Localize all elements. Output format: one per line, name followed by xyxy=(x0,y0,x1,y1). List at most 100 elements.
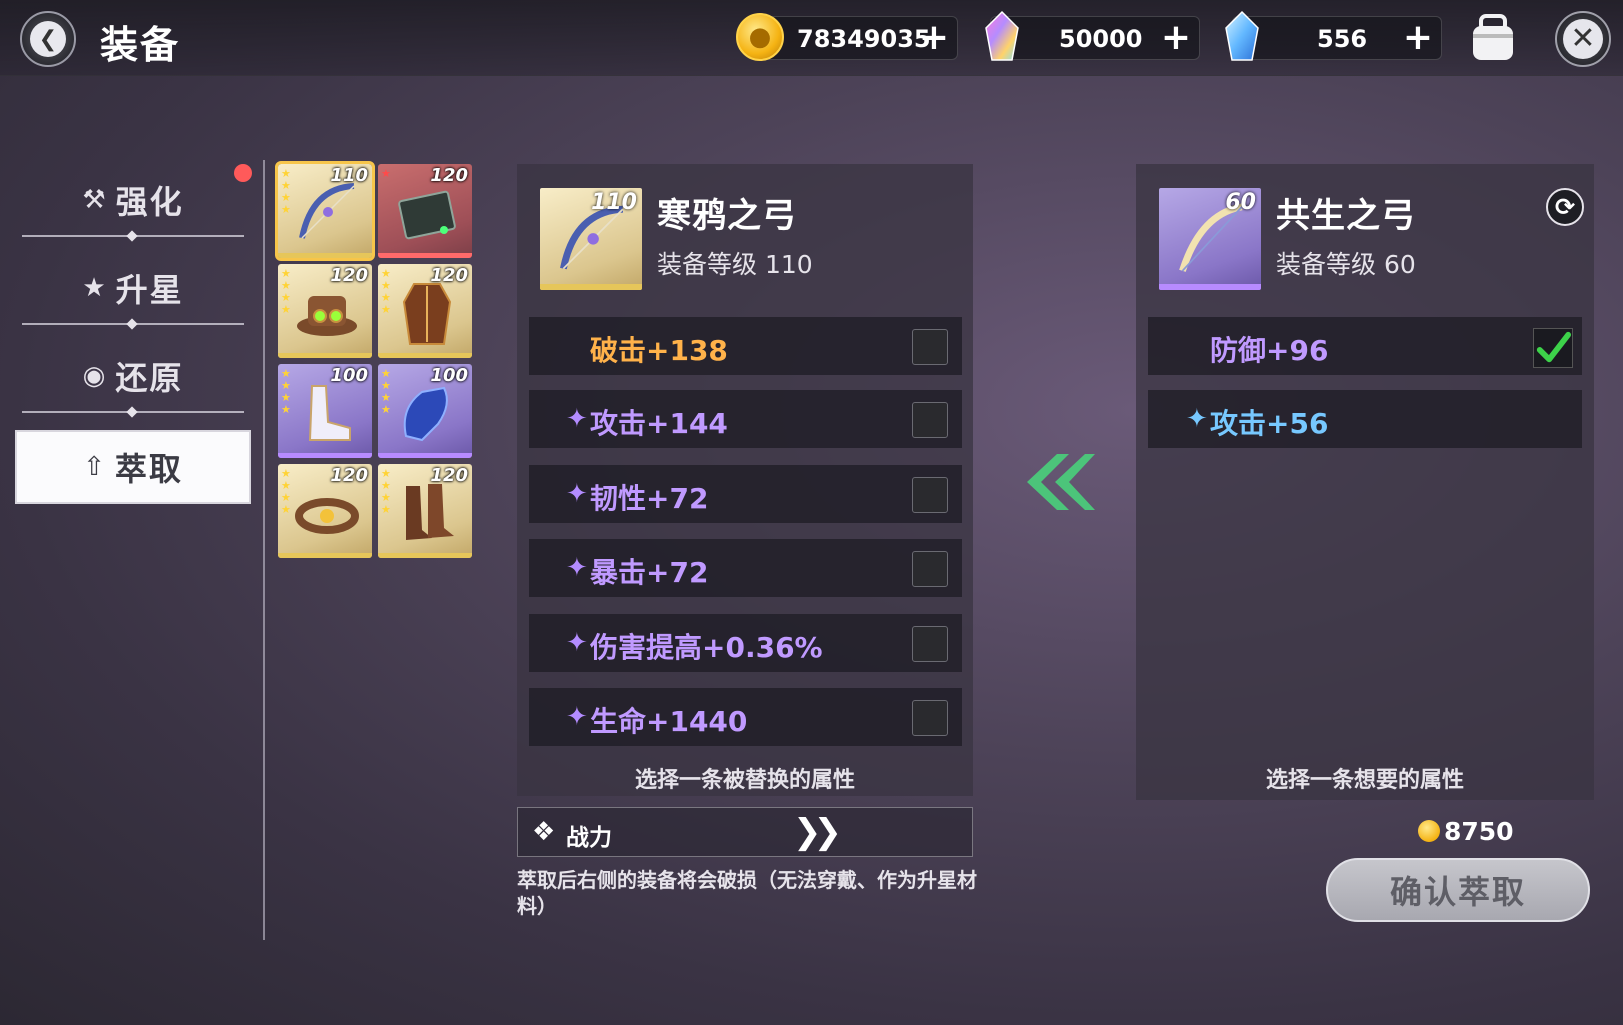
belt-icon xyxy=(295,498,359,534)
refresh-button[interactable]: ⟳ xyxy=(1546,188,1584,226)
target-item-level: 装备等级 60 xyxy=(1276,250,1416,279)
equipment-level: 120 xyxy=(430,165,468,186)
attribute-text: 生命+1440 xyxy=(590,705,748,738)
combat-power-row[interactable]: ❖ 战力 ❯❯ xyxy=(517,807,973,857)
boots-icon xyxy=(406,484,454,540)
rarity-bar xyxy=(1159,284,1261,290)
attribute-checkbox[interactable] xyxy=(912,626,948,662)
source-attribute-row[interactable]: ✦ 韧性+72 xyxy=(529,465,962,523)
diamond-icon: ✦ xyxy=(566,404,588,434)
attribute-checkbox[interactable] xyxy=(912,402,948,438)
equipment-slot-boots-white[interactable]: ★ ★ ★ ★ 100 xyxy=(278,364,372,458)
menu-enhance[interactable]: ⚒ 强化 xyxy=(20,170,246,230)
source-item-level: 装备等级 110 xyxy=(657,250,813,279)
attribute-text: 韧性+72 xyxy=(590,482,709,515)
rarity-bar xyxy=(378,353,472,358)
equipment-level: 100 xyxy=(330,365,368,386)
restore-icon: ◉ xyxy=(82,361,106,391)
rarity-bar xyxy=(278,353,372,358)
gold-value: 78349035 xyxy=(797,25,931,53)
diamond-icon: ✦ xyxy=(566,553,588,583)
menu-extract[interactable]: ⇧ 萃取 xyxy=(15,430,251,504)
equipment-slot-hat[interactable]: ★ ★ ★ ★ 120 xyxy=(278,264,372,358)
hammer-icon: ⚒ xyxy=(82,185,106,215)
source-attribute-row[interactable]: ✦ 生命+1440 xyxy=(529,688,962,746)
extract-warning-note: 萃取后右侧的装备将会破损（无法穿戴、作为升星材料） xyxy=(517,868,977,918)
equipment-level: 100 xyxy=(430,365,468,386)
star-rating-icon: ★ ★ ★ ★ xyxy=(381,267,391,316)
gold-coin-icon xyxy=(1418,820,1440,842)
menu-star-up[interactable]: ★ 升星 xyxy=(20,258,246,318)
combat-power-label: 战力 xyxy=(566,825,612,851)
coat-icon xyxy=(402,283,452,345)
equipment-slot-belt[interactable]: ★ ★ ★ ★ 120 xyxy=(278,464,372,558)
star-up-icon: ★ xyxy=(82,273,106,303)
star-rating-icon: ★ ★ ★ ★ xyxy=(381,367,391,416)
target-item-level-badge: 60 xyxy=(1225,190,1256,215)
add-blue-crystal-button[interactable]: + xyxy=(1403,20,1433,56)
attribute-text: 攻击+56 xyxy=(1210,407,1329,440)
extract-cost: 8750 xyxy=(1418,813,1514,849)
menu-extract-label: 萃取 xyxy=(114,450,183,488)
rainbow-crystal-value: 50000 xyxy=(1059,25,1143,53)
target-hint: 选择一条想要的属性 xyxy=(1265,768,1464,793)
confirm-extract-button[interactable]: 确认萃取 xyxy=(1326,858,1590,922)
attribute-checkbox[interactable] xyxy=(912,551,948,587)
attribute-checkbox[interactable] xyxy=(912,477,948,513)
attribute-text: 破击+138 xyxy=(590,334,728,367)
source-hint: 选择一条被替换的属性 xyxy=(634,768,855,793)
equipment-slot-book[interactable]: ★ 120 xyxy=(378,164,472,258)
source-attribute-row[interactable]: ✦ 伤害提高+0.36% xyxy=(529,614,962,672)
back-arrow-icon: ❮ xyxy=(30,21,66,57)
equipment-slot-bow[interactable]: ★ ★ ★ ★ 110 xyxy=(275,161,375,261)
attribute-checkbox[interactable] xyxy=(912,700,948,736)
equipment-slot-boots[interactable]: ★ ★ ★ ★ 120 xyxy=(378,464,472,558)
diamond-icon: ✦ xyxy=(566,628,588,658)
book-icon xyxy=(398,190,456,240)
combat-power-icon: ❖ xyxy=(532,817,556,847)
close-button[interactable]: ✕ xyxy=(1555,11,1611,67)
bow-icon xyxy=(299,183,355,239)
menu-divider xyxy=(22,411,244,413)
source-attribute-row[interactable]: ✦ 攻击+144 xyxy=(529,390,962,448)
equipment-level: 120 xyxy=(430,265,468,286)
top-bar: ❮ 装备 78349035 + ● 50000 + 556 + ✕ xyxy=(0,0,1623,76)
target-attribute-row[interactable]: ✦ 攻击+56 xyxy=(1148,390,1582,448)
attribute-text: 伤害提高+0.36% xyxy=(590,631,823,664)
blue-crystal-currency: 556 + xyxy=(1232,16,1442,60)
hat-icon xyxy=(297,296,357,336)
star-rating-icon: ★ ★ ★ ★ xyxy=(281,467,291,516)
attribute-text: 攻击+144 xyxy=(590,407,728,440)
star-rating-icon: ★ xyxy=(381,167,391,180)
star-rating-icon: ★ ★ ★ ★ xyxy=(281,267,291,316)
rainbow-crystal-icon xyxy=(985,10,1019,61)
equipment-level: 120 xyxy=(330,465,368,486)
blue-crystal-value: 556 xyxy=(1317,25,1368,53)
equipment-slot-gloves[interactable]: ★ ★ ★ ★ 100 xyxy=(378,364,472,458)
diamond-icon: ✦ xyxy=(566,479,588,509)
source-item-level-badge: 110 xyxy=(591,190,637,215)
backpack-button[interactable] xyxy=(1465,10,1521,66)
source-attribute-row[interactable]: 破击+138 xyxy=(529,317,962,375)
attribute-checkbox[interactable] xyxy=(912,329,948,365)
rarity-bar xyxy=(540,284,642,290)
rarity-bar xyxy=(378,453,472,458)
back-button[interactable]: ❮ xyxy=(20,11,76,67)
diamond-icon: ✦ xyxy=(1186,404,1208,434)
target-item-name: 共生之弓 xyxy=(1276,196,1416,236)
menu-restore-label: 还原 xyxy=(115,359,184,397)
source-attribute-row[interactable]: ✦ 暴击+72 xyxy=(529,539,962,597)
attribute-text: 暴击+72 xyxy=(590,556,709,589)
equipment-level: 120 xyxy=(430,465,468,486)
add-rainbow-crystal-button[interactable]: + xyxy=(1161,20,1191,56)
white-boots-icon xyxy=(308,385,351,441)
equipment-slot-coat[interactable]: ★ ★ ★ ★ 120 xyxy=(378,264,472,358)
attribute-text: 防御+96 xyxy=(1210,334,1329,367)
double-chevron-right-icon: ❯❯ xyxy=(793,812,842,852)
checkmark-icon[interactable] xyxy=(1533,328,1573,368)
target-attribute-row[interactable]: 防御+96 xyxy=(1148,317,1582,375)
menu-restore[interactable]: ◉ 还原 xyxy=(20,346,246,406)
vertical-divider xyxy=(263,160,265,940)
add-gold-button[interactable]: + xyxy=(919,20,949,56)
menu-divider xyxy=(22,235,244,237)
